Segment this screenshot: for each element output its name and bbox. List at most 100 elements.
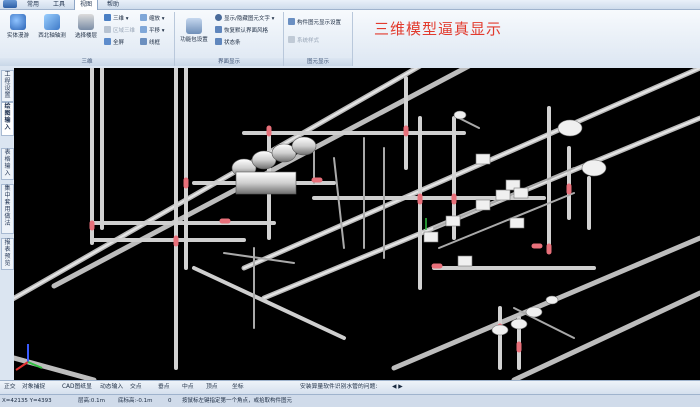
ribbon-group-interface-label: 界面显示 bbox=[175, 58, 283, 66]
fixture-sink bbox=[510, 318, 528, 330]
menu-item-changyong[interactable]: 常用 bbox=[22, 0, 44, 9]
menu-item-tools[interactable]: 工具 bbox=[48, 0, 70, 9]
midpoint-snap[interactable]: 中点 bbox=[182, 381, 194, 394]
tab-apply-method[interactable]: 集中套用做法 bbox=[1, 184, 14, 234]
walkthrough-button[interactable]: 实体漫游 bbox=[4, 12, 32, 50]
coordinate-snap[interactable]: 坐标 bbox=[232, 381, 244, 394]
overlay-title: 三维模型逼真显示 bbox=[374, 20, 503, 38]
fixture-basin bbox=[423, 231, 439, 243]
object-snap-toggle[interactable]: 对象捕捉 bbox=[22, 381, 45, 394]
3d-label: 三维 bbox=[113, 16, 125, 22]
toggle-element-text-label: 显示/隐藏图元文字 bbox=[224, 16, 270, 22]
intersection-snap[interactable]: 交点 bbox=[130, 381, 142, 394]
wireframe-icon bbox=[140, 38, 147, 45]
feature-pack-settings-label: 功能包设置 bbox=[180, 37, 208, 43]
vertex-snap[interactable]: 顶点 bbox=[206, 381, 218, 394]
toggle-element-text-button[interactable]: 显示/隐藏图元文字 ▾ bbox=[215, 14, 274, 24]
pipe-branch bbox=[458, 117, 480, 129]
floors-icon bbox=[78, 14, 94, 30]
status-bar: X=42135 Y=4393 层高:0.1m 底标高:-0.1m 0 按鼠标左键… bbox=[0, 394, 700, 407]
fixture-sink bbox=[557, 119, 583, 137]
fixture-sink bbox=[581, 159, 607, 177]
fixture-basin bbox=[457, 255, 473, 267]
coordinates-readout: X=42135 Y=4393 bbox=[2, 398, 52, 404]
bottom-elevation: 底标高:-0.1m bbox=[118, 398, 153, 404]
fullscreen-icon bbox=[104, 38, 111, 45]
zoom-dropdown[interactable]: 缩放 ▾ bbox=[140, 14, 165, 24]
tab-project-settings[interactable]: 工程设置 bbox=[1, 70, 14, 102]
fixture-cabinet bbox=[235, 171, 297, 195]
walkthrough-label: 实体漫游 bbox=[6, 33, 29, 39]
system-style-label: 系统样式 bbox=[297, 38, 320, 44]
pipe-highlight bbox=[14, 68, 419, 300]
scroll-left-icon[interactable]: ◀ ▶ bbox=[392, 381, 403, 394]
fixture-basin bbox=[513, 187, 529, 199]
ribbon-group-interface: 功能包设置 显示/隐藏图元文字 ▾ 恢复默认界面风格 状态条 界面显示 bbox=[175, 12, 284, 66]
menu-item-view[interactable]: 视图 bbox=[74, 0, 99, 10]
3d-viewport[interactable] bbox=[14, 68, 700, 380]
left-tab-bar: 工程设置 绘图输入 表格输入 集中套用做法 报表预览 bbox=[0, 68, 15, 380]
walkthrough-icon bbox=[10, 14, 26, 30]
tab-drawing-input[interactable]: 绘图输入 bbox=[1, 102, 14, 136]
area-3d-button[interactable]: 区域三维 bbox=[104, 26, 135, 36]
pipe-segment bbox=[14, 355, 97, 380]
ortho-toggle[interactable]: 正交 bbox=[4, 381, 16, 394]
nw-axonometric-label: 西北轴轴测 bbox=[38, 33, 66, 39]
tab-report-preview[interactable]: 报表预览 bbox=[1, 238, 14, 270]
restore-default-style-button[interactable]: 恢复默认界面风格 bbox=[215, 26, 268, 36]
select-floor-button[interactable]: 选择楼层 bbox=[72, 12, 100, 50]
fixture-basin bbox=[445, 215, 461, 227]
system-style-button[interactable]: 系统样式 bbox=[288, 36, 319, 46]
select-floor-label: 选择楼层 bbox=[74, 33, 97, 39]
pan-icon bbox=[140, 26, 147, 33]
fixture-urinal bbox=[291, 136, 317, 156]
fullscreen-label: 全屏 bbox=[113, 40, 125, 46]
fullscreen-button[interactable]: 全屏 bbox=[104, 38, 124, 48]
pan-label: 平移 bbox=[149, 28, 161, 34]
pipe-highlight bbox=[243, 68, 700, 269]
cad-drawing-display-toggle[interactable]: CAD图纸显 bbox=[62, 381, 92, 394]
fixture-basin bbox=[475, 153, 491, 165]
bottom-message: 安装算量软件识别水管的问题: bbox=[300, 384, 378, 390]
app-menu-icon[interactable] bbox=[3, 0, 17, 8]
dynamic-input-toggle[interactable]: 动态输入 bbox=[100, 381, 123, 394]
restore-icon bbox=[215, 26, 222, 33]
cube-icon bbox=[44, 14, 60, 30]
ribbon-group-elements-label: 图元显示 bbox=[284, 58, 352, 66]
wireframe-label: 线框 bbox=[149, 40, 161, 46]
pipe-segment bbox=[391, 235, 700, 371]
snap-toolbar: 正交 对象捕捉 CAD图纸显 动态输入 交点 垂点 中点 顶点 坐标 安装算量软… bbox=[0, 380, 700, 394]
ribbon-group-elements: 构件图元显示设置 系统样式 图元显示 bbox=[284, 12, 353, 66]
nw-axonometric-button[interactable]: 西北轴轴测 bbox=[36, 12, 68, 50]
fixture-drain bbox=[453, 110, 467, 120]
fixture-basin bbox=[495, 189, 511, 201]
zoom-icon bbox=[140, 14, 147, 21]
settings-icon bbox=[186, 18, 202, 34]
pipe-branch bbox=[333, 157, 345, 249]
element-display-icon bbox=[288, 18, 295, 25]
element-display-settings-button[interactable]: 构件图元显示设置 bbox=[288, 18, 341, 28]
ribbon: 实体漫游 西北轴轴测 选择楼层 三维 ▾ 区域三维 全屏 缩放 ▾ 平移 ▾ 线… bbox=[0, 10, 700, 69]
area-3d-icon bbox=[104, 26, 111, 33]
feature-pack-settings-button[interactable]: 功能包设置 bbox=[177, 16, 211, 54]
pipe-segment bbox=[192, 266, 346, 340]
zoom-label: 缩放 bbox=[149, 16, 161, 22]
menu-bar: 常用 工具 视图 帮助 bbox=[0, 0, 700, 10]
menu-item-help[interactable]: 帮助 bbox=[102, 0, 124, 9]
pan-dropdown[interactable]: 平移 ▾ bbox=[140, 26, 165, 36]
perpendicular-snap[interactable]: 垂点 bbox=[158, 381, 170, 394]
fixture-basin bbox=[509, 217, 525, 229]
fixture-sink bbox=[525, 306, 543, 318]
pipe-model-drawing bbox=[14, 68, 700, 380]
ribbon-group-3d: 实体漫游 西北轴轴测 选择楼层 三维 ▾ 区域三维 全屏 缩放 ▾ 平移 ▾ 线… bbox=[0, 12, 175, 66]
floor-height: 层高:0.1m bbox=[78, 398, 105, 404]
wireframe-button[interactable]: 线框 bbox=[140, 38, 160, 48]
element-display-settings-label: 构件图元显示设置 bbox=[297, 20, 342, 26]
status-bar-toggle[interactable]: 状态条 bbox=[215, 38, 241, 48]
area-3d-label: 区域三维 bbox=[113, 28, 136, 34]
3d-dropdown[interactable]: 三维 ▾ bbox=[104, 14, 129, 24]
status-bar-label: 状态条 bbox=[224, 40, 241, 46]
restore-default-style-label: 恢复默认界面风格 bbox=[224, 28, 269, 34]
3d-icon bbox=[104, 14, 111, 21]
tab-table-input[interactable]: 表格输入 bbox=[1, 148, 14, 180]
